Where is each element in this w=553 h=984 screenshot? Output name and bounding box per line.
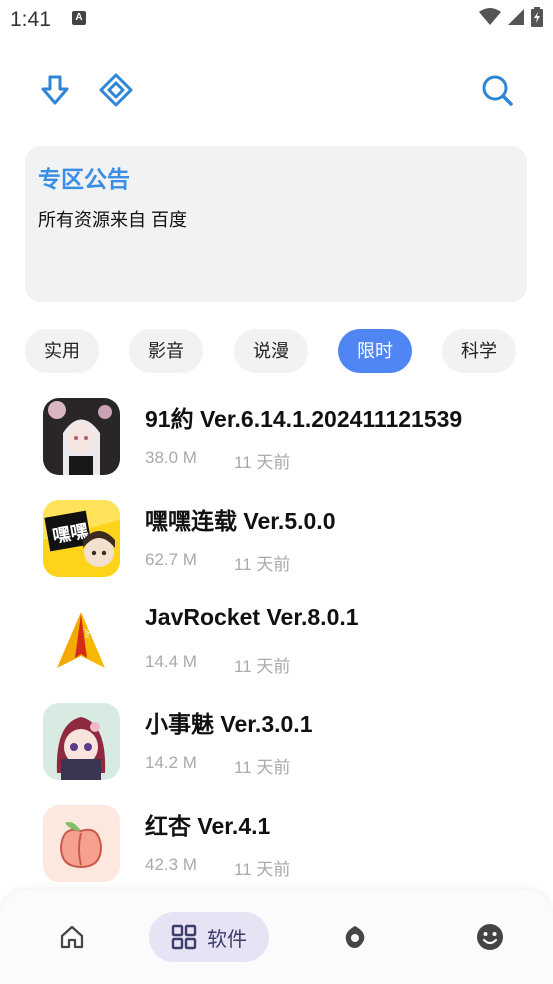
smiley-icon — [477, 924, 503, 950]
svg-text:JAV: JAV — [83, 628, 90, 639]
tab-category[interactable]: 实用 — [25, 329, 99, 373]
app-size: 38.0 M — [145, 448, 197, 467]
app-size: 62.7 M — [145, 550, 197, 569]
diamond-button[interactable] — [96, 70, 136, 110]
peach-icon — [43, 805, 120, 882]
app-list-item[interactable]: JAV JavRocket Ver.8.0.1 14.4 M 11 天前 — [0, 594, 553, 694]
nav-home[interactable] — [50, 912, 94, 962]
diamond-icon — [99, 73, 133, 107]
anime-girl-icon — [43, 398, 120, 475]
download-arrow-icon — [41, 75, 69, 105]
app-list-item[interactable]: 红杏 Ver.4.1 42.3 M 11 天前 — [0, 797, 553, 897]
app-updated: 11 天前 — [234, 657, 291, 676]
grid-icon — [171, 924, 197, 950]
tab-category[interactable]: 说漫 — [234, 329, 308, 373]
app-name: 小事魅 Ver.3.0.1 — [145, 711, 313, 737]
app-name: 嘿嘿连载 Ver.5.0.0 — [145, 508, 336, 534]
app-size: 14.4 M — [145, 652, 197, 671]
app-name: JavRocket Ver.8.0.1 — [145, 604, 359, 630]
wifi-icon — [479, 8, 501, 25]
battery-icon — [531, 7, 543, 27]
app-name: 91約 Ver.6.14.1.202411121539 — [145, 406, 463, 432]
ninja-girl-icon — [43, 703, 120, 780]
announcement-body: 所有资源来自 百度 — [38, 210, 188, 230]
heihei-comic-icon: 嘿嘿 — [43, 500, 120, 577]
nav-software-label: 软件 — [207, 928, 247, 951]
download-button[interactable] — [35, 70, 75, 110]
app-updated: 11 天前 — [234, 453, 291, 472]
search-button[interactable] — [477, 70, 517, 110]
app-list-item[interactable]: 小事魅 Ver.3.0.1 14.2 M 11 天前 — [0, 695, 553, 795]
app-list-item[interactable]: 91約 Ver.6.14.1.202411121539 38.0 M 11 天前 — [0, 390, 553, 490]
app-updated: 11 天前 — [234, 555, 291, 574]
nav-software[interactable]: 软件 — [149, 912, 269, 962]
top-bar — [0, 60, 553, 120]
announcement-card: 专区公告 所有资源来自 百度 — [25, 146, 527, 302]
tab-category-active[interactable]: 限时 — [338, 329, 412, 373]
rocket-arrow-icon: JAV — [43, 602, 120, 679]
notification-icon: A — [72, 11, 86, 25]
app-list-item[interactable]: 嘿嘿 嘿嘿连载 Ver.5.0.0 62.7 M 11 天前 — [0, 492, 553, 592]
status-bar: 1:41 A — [0, 0, 553, 38]
nav-profile[interactable] — [468, 912, 512, 962]
category-tabs: 实用 影音 说漫 限时 科学 — [25, 329, 535, 373]
app-name: 红杏 Ver.4.1 — [145, 813, 271, 839]
tab-category[interactable]: 科学 — [442, 329, 516, 373]
app-updated: 11 天前 — [234, 758, 291, 777]
app-size: 42.3 M — [145, 855, 197, 874]
nav-discover[interactable] — [333, 912, 377, 962]
tab-category[interactable]: 影音 — [129, 329, 203, 373]
app-updated: 11 天前 — [234, 860, 291, 879]
signal-icon — [508, 9, 524, 25]
home-icon — [60, 925, 84, 949]
bottom-navigation: 软件 — [0, 890, 553, 984]
status-indicators — [479, 7, 543, 27]
app-size: 14.2 M — [145, 753, 197, 772]
announcement-title: 专区公告 — [38, 166, 130, 192]
status-time: 1:41 — [10, 8, 51, 31]
compass-icon — [345, 926, 365, 948]
search-icon — [482, 75, 513, 106]
